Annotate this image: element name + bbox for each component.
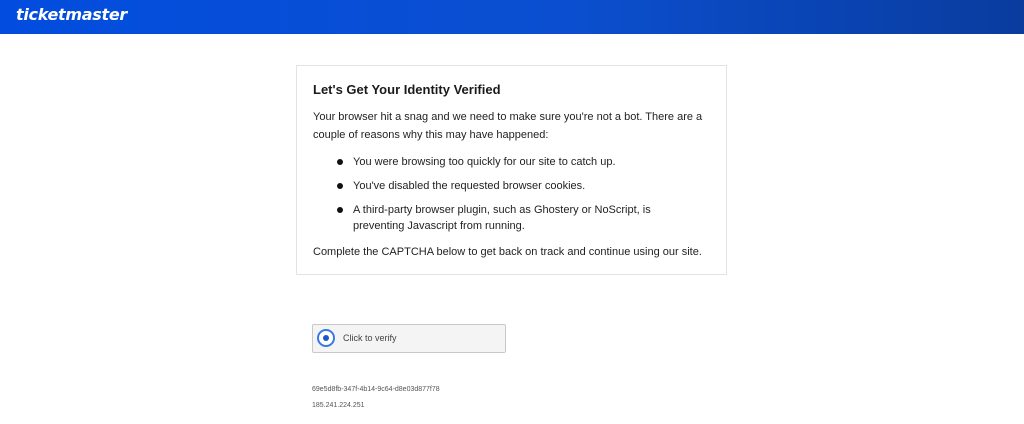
list-item: You've disabled the requested browser co…	[333, 178, 703, 194]
reason-text: You were browsing too quickly for our si…	[353, 156, 616, 168]
bullet-icon	[337, 159, 343, 165]
reason-text: A third-party browser plugin, such as Gh…	[353, 204, 651, 232]
captcha-radio-dot	[323, 335, 329, 341]
top-header-bar: ticketmaster	[0, 0, 1024, 34]
intro-text: Your browser hit a snag and we need to m…	[313, 111, 703, 141]
captcha-verify-button[interactable]: Click to verify	[312, 324, 506, 353]
page-title: Let's Get Your Identity Verified	[313, 82, 501, 97]
reason-text: You've disabled the requested browser co…	[353, 180, 586, 192]
ticketmaster-logo[interactable]: ticketmaster	[16, 5, 127, 24]
verification-card: Let's Get Your Identity Verified Your br…	[296, 65, 727, 275]
list-item: You were browsing too quickly for our si…	[333, 154, 703, 170]
captcha-label: Click to verify	[343, 333, 397, 343]
request-id-text: 69e5d8fb-347f-4b14-9c64-d8e03d877f78	[312, 386, 440, 393]
bullet-icon	[337, 207, 343, 213]
reasons-list: You were browsing too quickly for our si…	[333, 154, 703, 242]
ip-address-text: 185.241.224.251	[312, 402, 365, 409]
bullet-icon	[337, 183, 343, 189]
captcha-radio-icon[interactable]	[317, 329, 335, 347]
list-item: A third-party browser plugin, such as Gh…	[333, 202, 703, 234]
outro-text: Complete the CAPTCHA below to get back o…	[313, 246, 702, 258]
